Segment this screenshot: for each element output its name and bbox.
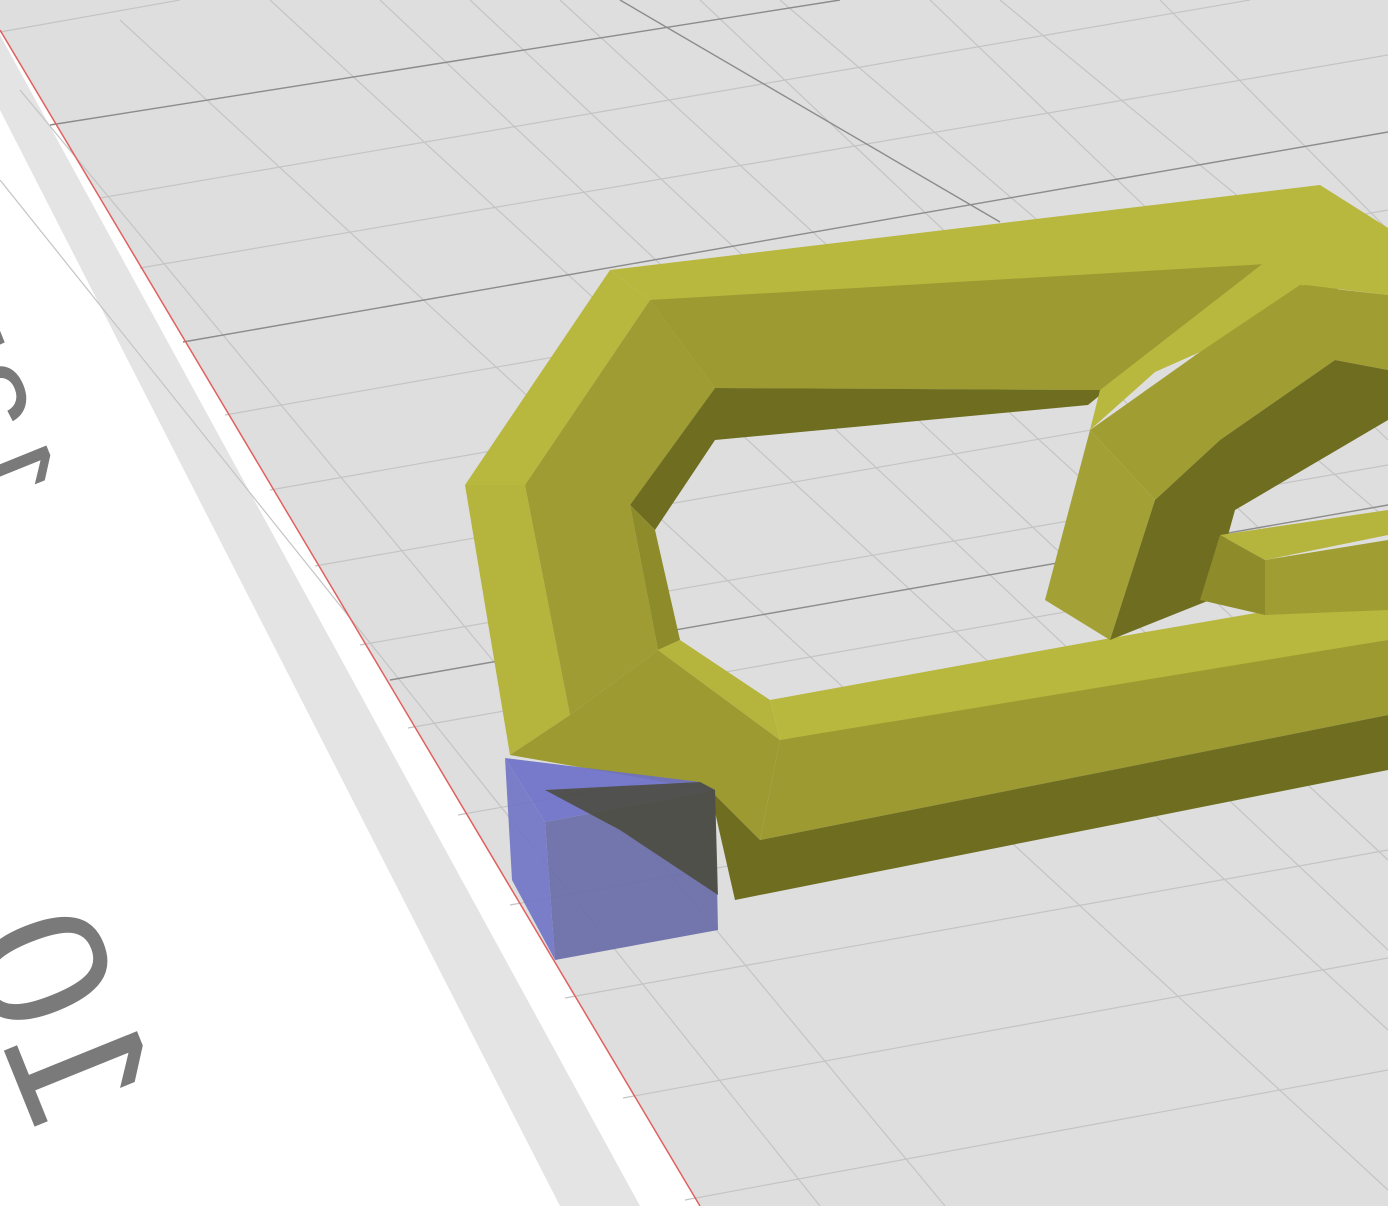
ruler-label-10: 10 (0, 880, 199, 1155)
3d-viewport[interactable]: 125 10 (0, 0, 1388, 1206)
ruler-label-125: 125 (0, 275, 89, 531)
